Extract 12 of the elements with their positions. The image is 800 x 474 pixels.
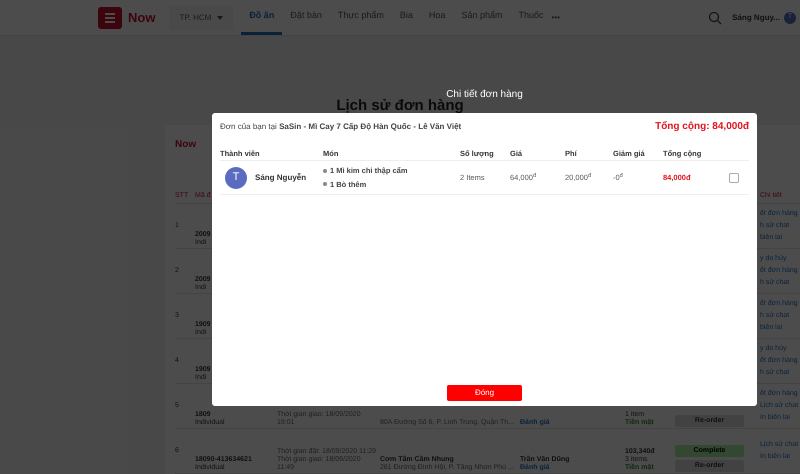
store-info: Đơn của bạn tại SaSin - Mì Cay 7 Cấp Độ Hàn Quốc - Lê Văn Việt [220,120,462,132]
member-avatar: T [225,166,247,188]
user-name[interactable]: Sáng Nguy... [732,12,780,24]
logo-text: Now [128,8,156,27]
close-button[interactable]: Đóng [447,385,522,401]
brand-label: Now [175,139,196,150]
grand-total: Tổng cộng: 84,000đ [655,120,749,134]
member-name: Sáng Nguyễn [255,172,306,184]
bullet-icon [323,168,327,173]
page-title: Lịch sử đơn hàng [336,98,464,113]
bullet-icon [323,182,327,186]
checkbox[interactable] [728,172,738,182]
